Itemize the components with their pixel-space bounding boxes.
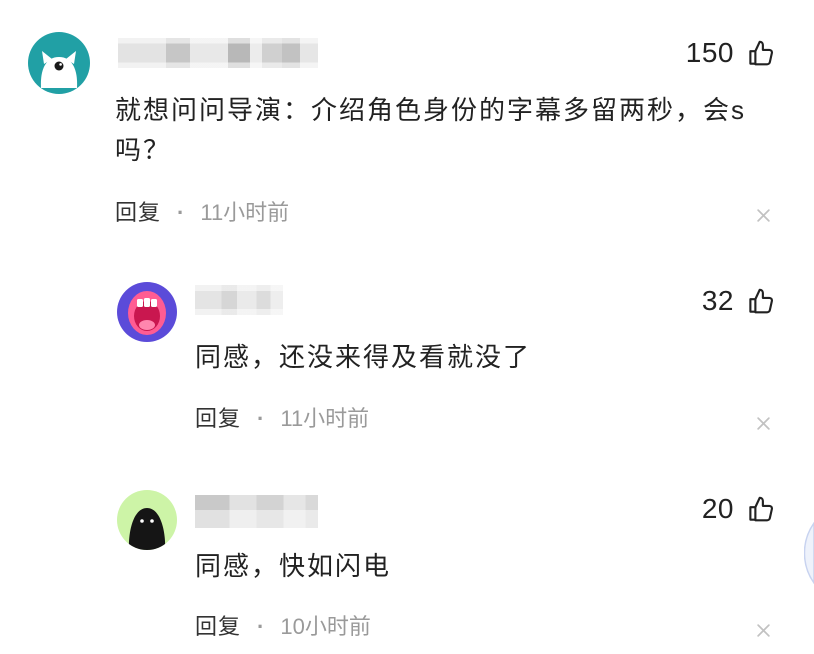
- avatar[interactable]: [117, 282, 177, 342]
- username-blurred[interactable]: [118, 38, 318, 68]
- close-button[interactable]: [756, 208, 771, 223]
- floating-button-edge: [804, 522, 814, 584]
- meta-separator: ·: [257, 406, 265, 431]
- avatar-character-eye: [54, 61, 64, 71]
- avatar[interactable]: [28, 32, 90, 94]
- thumb-hand: [754, 40, 773, 66]
- teal-monster-avatar-icon[interactable]: [28, 32, 90, 94]
- avatar-tooth: [137, 299, 143, 307]
- timestamp: 11小时前: [200, 200, 290, 225]
- avatar-character-eye: [140, 519, 144, 523]
- thumbs-up-icon[interactable]: [746, 286, 776, 316]
- floating-action-button[interactable]: [804, 522, 814, 584]
- reply-button[interactable]: 回复: [195, 614, 241, 640]
- close-icon-cross: [757, 624, 770, 637]
- meta-separator: ·: [177, 200, 185, 225]
- avatar-eye-highlight: [59, 63, 62, 66]
- close-icon[interactable]: [756, 208, 771, 223]
- purple-screaming-mouth-avatar-icon[interactable]: [117, 282, 177, 342]
- comment-meta: 回复 · 11小时前: [195, 406, 369, 432]
- avatar-character-eye: [150, 519, 154, 523]
- like-count: 150: [685, 37, 734, 68]
- reply-button[interactable]: 回复: [115, 200, 161, 226]
- avatar[interactable]: [117, 490, 177, 550]
- close-icon[interactable]: [756, 416, 771, 431]
- comment-text: 同感，快如闪电: [195, 551, 392, 581]
- thumbs-up-icon[interactable]: [746, 494, 776, 524]
- close-icon[interactable]: [756, 623, 771, 638]
- username-blurred[interactable]: [195, 285, 283, 315]
- avatar-tooth: [151, 299, 157, 307]
- comment-text: 同感，还没来得及看就没了: [195, 342, 532, 372]
- like-count: 20: [701, 493, 734, 524]
- like-button[interactable]: 32: [702, 286, 776, 316]
- comment-meta: 回复 · 11小时前: [115, 200, 289, 226]
- avatar-tongue: [139, 320, 155, 330]
- timestamp: 10小时前: [280, 614, 371, 639]
- close-button[interactable]: [756, 416, 771, 431]
- thumb-hand: [754, 288, 773, 314]
- timestamp: 11小时前: [280, 406, 370, 431]
- thumb-hand: [754, 496, 773, 522]
- meta-separator: ·: [257, 614, 265, 639]
- reply-button[interactable]: 回复: [195, 406, 241, 432]
- close-button[interactable]: [756, 623, 771, 638]
- green-black-blob-avatar-icon[interactable]: [117, 490, 177, 550]
- thumbs-up-icon[interactable]: [746, 38, 776, 68]
- close-icon-cross: [757, 209, 770, 222]
- comment-text: 就想问问导演：介绍角色身份的字幕多留两秒，会s吗？: [115, 95, 747, 165]
- thumb-cuff: [749, 506, 757, 521]
- comment-meta: 回复 · 10小时前: [195, 614, 371, 640]
- close-icon-cross: [757, 417, 770, 430]
- like-button[interactable]: 150: [686, 38, 776, 68]
- thumb-cuff: [749, 298, 757, 313]
- thumb-cuff: [749, 50, 757, 65]
- like-count: 32: [701, 285, 734, 316]
- like-button[interactable]: 20: [702, 494, 776, 524]
- username-blurred[interactable]: [195, 495, 318, 528]
- avatar-tooth: [144, 298, 150, 307]
